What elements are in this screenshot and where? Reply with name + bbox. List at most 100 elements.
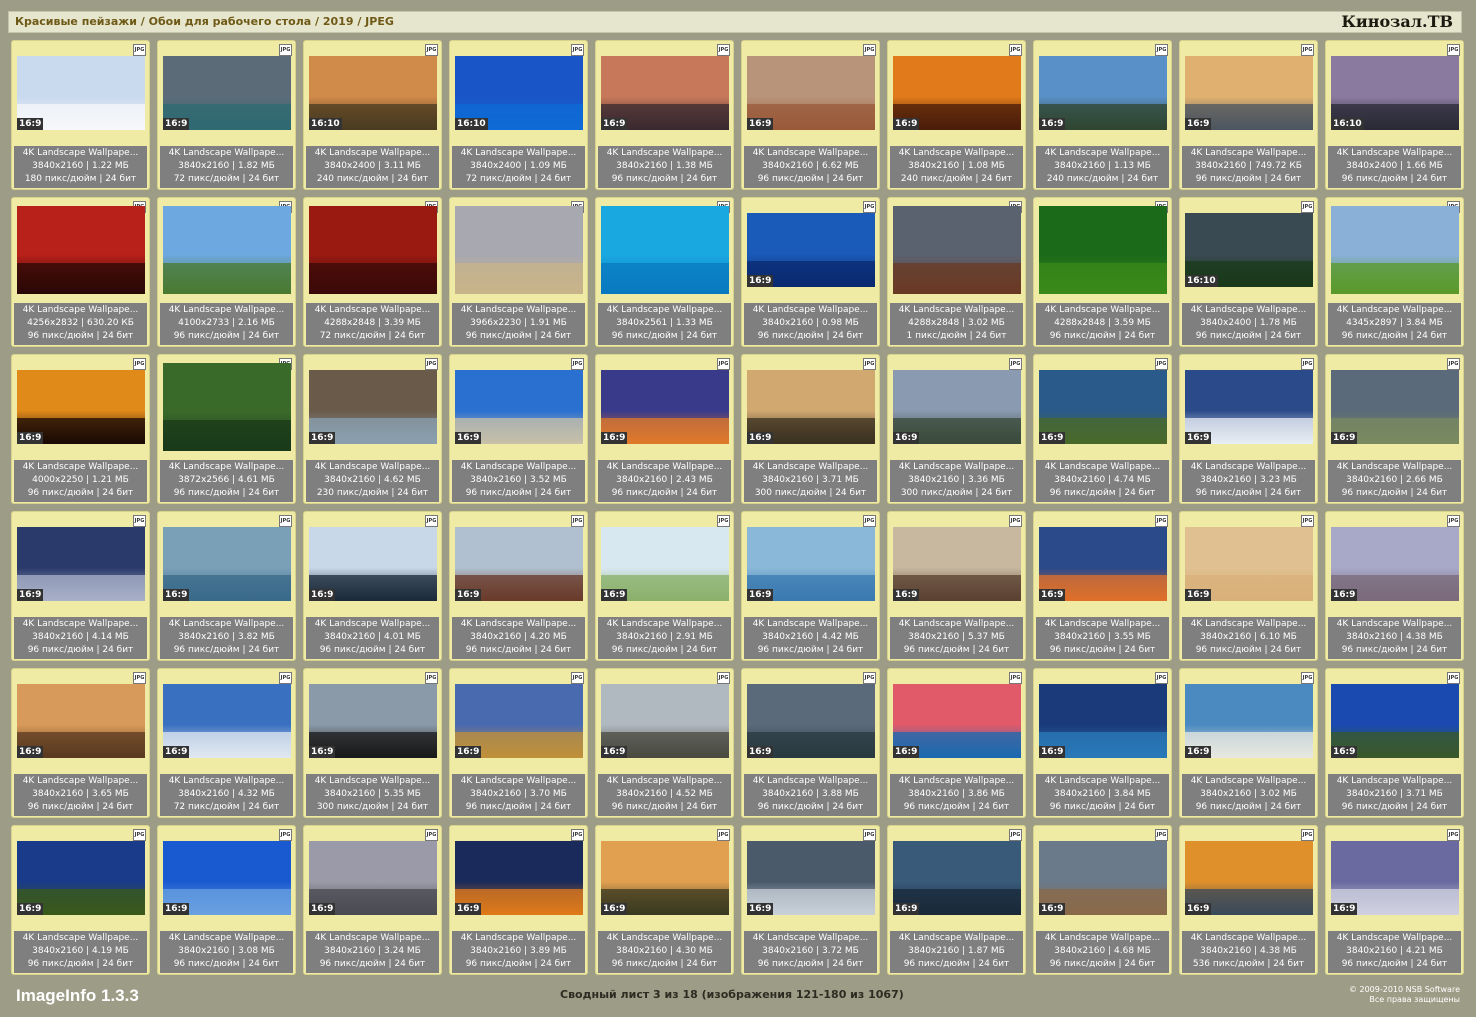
thumbnail-card[interactable]: JPG 16:10 4K Landscape Wallpape... 3840x240… <box>1325 40 1464 190</box>
thumbnail-image[interactable]: 16:9 <box>1039 370 1167 444</box>
thumbnail-card[interactable]: JPG 16:9 4K Landscape Wallpape... 3840x2160… <box>1325 354 1464 504</box>
thumbnail-card[interactable]: JPG 16:9 4K Landscape Wallpape... 3840x2160… <box>741 354 880 504</box>
thumbnail-card[interactable]: JPG 16:9 4K Landscape Wallpape... 3840x2160… <box>595 511 734 661</box>
thumbnail-image[interactable]: 16:9 <box>1331 684 1459 758</box>
thumbnail-image[interactable]: 16:10 <box>1185 213 1313 287</box>
thumbnail-image[interactable]: 16:9 <box>601 56 729 130</box>
thumbnail-image[interactable] <box>17 206 145 294</box>
thumbnail-card[interactable]: JPG4K Landscape Wallpape...4345x2897 | 3… <box>1325 197 1464 347</box>
thumbnail-image[interactable]: 16:9 <box>1039 684 1167 758</box>
thumbnail-image[interactable]: 16:9 <box>1331 841 1459 915</box>
thumbnail-image[interactable]: 16:9 <box>309 841 437 915</box>
thumbnail-card[interactable]: JPG 16:10 4K Landscape Wallpape... 3840x240… <box>449 40 588 190</box>
thumbnail-card[interactable]: JPG 16:9 4K Landscape Wallpape... 3840x2160… <box>1179 825 1318 975</box>
thumbnail-card[interactable]: JPG 16:9 4K Landscape Wallpape... 3840x2160… <box>1325 511 1464 661</box>
thumbnail-card[interactable]: JPG 16:9 4K Landscape Wallpape... 3840x2160… <box>1179 511 1318 661</box>
thumbnail-card[interactable]: JPG 16:9 4K Landscape Wallpape... 3840x2160… <box>741 825 880 975</box>
thumbnail-image[interactable]: 16:9 <box>163 56 291 130</box>
thumbnail-image[interactable] <box>601 206 729 294</box>
thumbnail-card[interactable]: JPG 16:9 4K Landscape Wallpape... 3840x2160… <box>887 825 1026 975</box>
thumbnail-card[interactable]: JPG 16:9 4K Landscape Wallpape... 3840x2160… <box>449 511 588 661</box>
thumbnail-image[interactable]: 16:9 <box>601 684 729 758</box>
thumbnail-image[interactable]: 16:9 <box>17 527 145 601</box>
thumbnail-image[interactable]: 16:9 <box>601 370 729 444</box>
thumbnail-image[interactable]: 16:10 <box>455 56 583 130</box>
thumbnail-card[interactable]: JPG 16:9 4K Landscape Wallpape... 3840x2160… <box>303 511 442 661</box>
thumbnail-card[interactable]: JPG 16:9 4K Landscape Wallpape... 3840x2160… <box>157 40 296 190</box>
thumbnail-image[interactable]: 16:9 <box>455 684 583 758</box>
thumbnail-image[interactable]: 16:9 <box>17 684 145 758</box>
thumbnail-image[interactable] <box>1039 206 1167 294</box>
thumbnail-image[interactable]: 16:9 <box>1185 841 1313 915</box>
thumbnail-image[interactable]: 16:9 <box>893 841 1021 915</box>
thumbnail-image[interactable]: 16:9 <box>1331 370 1459 444</box>
thumbnail-card[interactable]: JPG 16:10 4K Landscape Wallpape... 3840x240… <box>1179 197 1318 347</box>
thumbnail-card[interactable]: JPG4K Landscape Wallpape...4288x2848 | 3… <box>303 197 442 347</box>
thumbnail-card[interactable]: JPG 16:9 4K Landscape Wallpape... 3840x2160… <box>1033 668 1172 818</box>
thumbnail-card[interactable]: JPG 16:9 4K Landscape Wallpape... 3840x2160… <box>595 40 734 190</box>
thumbnail-image[interactable]: 16:10 <box>309 56 437 130</box>
thumbnail-card[interactable]: JPG 16:9 4K Landscape Wallpape... 3840x2160… <box>595 668 734 818</box>
thumbnail-image[interactable] <box>163 206 291 294</box>
thumbnail-image[interactable]: 16:9 <box>747 56 875 130</box>
thumbnail-card[interactable]: JPG 16:9 4K Landscape Wallpape... 3840x2160… <box>157 511 296 661</box>
thumbnail-card[interactable]: JPG 16:9 4K Landscape Wallpape... 3840x2160… <box>741 40 880 190</box>
thumbnail-image[interactable]: 16:9 <box>1331 527 1459 601</box>
thumbnail-card[interactable]: JPG 16:10 4K Landscape Wallpape... 3840x240… <box>303 40 442 190</box>
thumbnail-card[interactable]: JPG 16:9 4K Landscape Wallpape... 3840x2160… <box>11 825 150 975</box>
thumbnail-image[interactable]: 16:9 <box>163 841 291 915</box>
thumbnail-card[interactable]: JPG4K Landscape Wallpape...4256x2832 | 6… <box>11 197 150 347</box>
thumbnail-image[interactable]: 16:9 <box>893 527 1021 601</box>
thumbnail-image[interactable]: 16:9 <box>1039 841 1167 915</box>
thumbnail-card[interactable]: JPG 16:9 4K Landscape Wallpape... 3840x2160… <box>1033 825 1172 975</box>
thumbnail-image[interactable]: 16:9 <box>747 213 875 287</box>
thumbnail-image[interactable]: 16:9 <box>747 684 875 758</box>
thumbnail-image[interactable]: 16:9 <box>455 841 583 915</box>
thumbnail-card[interactable]: JPG4K Landscape Wallpape...3966x2230 | 1… <box>449 197 588 347</box>
thumbnail-card[interactable]: JPG 16:9 4K Landscape Wallpape... 3840x2160… <box>1033 40 1172 190</box>
thumbnail-card[interactable]: JPG 16:9 4K Landscape Wallpape... 3840x2160… <box>1033 354 1172 504</box>
thumbnail-image[interactable]: 16:9 <box>893 370 1021 444</box>
thumbnail-image[interactable]: 16:9 <box>1185 527 1313 601</box>
thumbnail-image[interactable]: 16:9 <box>17 841 145 915</box>
thumbnail-image[interactable]: 16:9 <box>601 527 729 601</box>
thumbnail-image[interactable]: 16:9 <box>163 527 291 601</box>
thumbnail-image[interactable]: 16:10 <box>1331 56 1459 130</box>
thumbnail-card[interactable]: JPG 16:9 4K Landscape Wallpape... 3840x2160… <box>11 40 150 190</box>
thumbnail-image[interactable]: 16:9 <box>309 527 437 601</box>
thumbnail-card[interactable]: JPG 16:9 4K Landscape Wallpape... 3840x2160… <box>449 668 588 818</box>
thumbnail-image[interactable]: 16:9 <box>1185 370 1313 444</box>
thumbnail-image[interactable]: 16:9 <box>601 841 729 915</box>
thumbnail-card[interactable]: JPG4K Landscape Wallpape...3872x2566 | 4… <box>157 354 296 504</box>
thumbnail-image[interactable]: 16:9 <box>747 841 875 915</box>
thumbnail-image[interactable]: 16:9 <box>893 56 1021 130</box>
thumbnail-card[interactable]: JPG 16:9 4K Landscape Wallpape... 3840x2160… <box>1033 511 1172 661</box>
thumbnail-image[interactable]: 16:9 <box>309 370 437 444</box>
thumbnail-image[interactable]: 16:9 <box>1039 527 1167 601</box>
thumbnail-image[interactable] <box>893 206 1021 294</box>
thumbnail-card[interactable]: JPG 16:9 4K Landscape Wallpape... 3840x2160… <box>1179 668 1318 818</box>
thumbnail-card[interactable]: JPG 16:9 4K Landscape Wallpape... 3840x2160… <box>887 40 1026 190</box>
thumbnail-card[interactable]: JPG 16:9 4K Landscape Wallpape... 3840x2160… <box>303 354 442 504</box>
thumbnail-image[interactable]: 16:9 <box>309 684 437 758</box>
thumbnail-card[interactable]: JPG 16:9 4K Landscape Wallpape... 3840x2160… <box>157 668 296 818</box>
thumbnail-image[interactable]: 16:9 <box>1185 684 1313 758</box>
thumbnail-image[interactable]: 16:9 <box>17 370 145 444</box>
thumbnail-image[interactable]: 16:9 <box>747 370 875 444</box>
thumbnail-image[interactable] <box>309 206 437 294</box>
thumbnail-image[interactable]: 16:9 <box>17 56 145 130</box>
thumbnail-image[interactable]: 16:9 <box>455 527 583 601</box>
thumbnail-card[interactable]: JPG 16:9 4K Landscape Wallpape... 3840x2160… <box>449 354 588 504</box>
thumbnail-card[interactable]: JPG 16:9 4K Landscape Wallpape... 3840x2160… <box>887 354 1026 504</box>
thumbnail-image[interactable]: 16:9 <box>893 684 1021 758</box>
thumbnail-image[interactable]: 16:9 <box>1185 56 1313 130</box>
thumbnail-card[interactable]: JPG 16:9 4K Landscape Wallpape... 3840x2160… <box>887 511 1026 661</box>
thumbnail-card[interactable]: JPG 16:9 4K Landscape Wallpape... 3840x2160… <box>157 825 296 975</box>
thumbnail-card[interactable]: JPG 16:9 4K Landscape Wallpape... 3840x2160… <box>741 197 880 347</box>
thumbnail-card[interactable]: JPG 16:9 4K Landscape Wallpape... 3840x2160… <box>887 668 1026 818</box>
thumbnail-card[interactable]: JPG 16:9 4K Landscape Wallpape... 3840x2160… <box>449 825 588 975</box>
thumbnail-card[interactable]: JPG 16:9 4K Landscape Wallpape... 3840x2160… <box>1325 668 1464 818</box>
thumbnail-card[interactable]: JPG4K Landscape Wallpape...4288x2848 | 3… <box>1033 197 1172 347</box>
thumbnail-image[interactable] <box>1331 206 1459 294</box>
thumbnail-card[interactable]: JPG 16:9 4K Landscape Wallpape... 3840x2160… <box>595 354 734 504</box>
